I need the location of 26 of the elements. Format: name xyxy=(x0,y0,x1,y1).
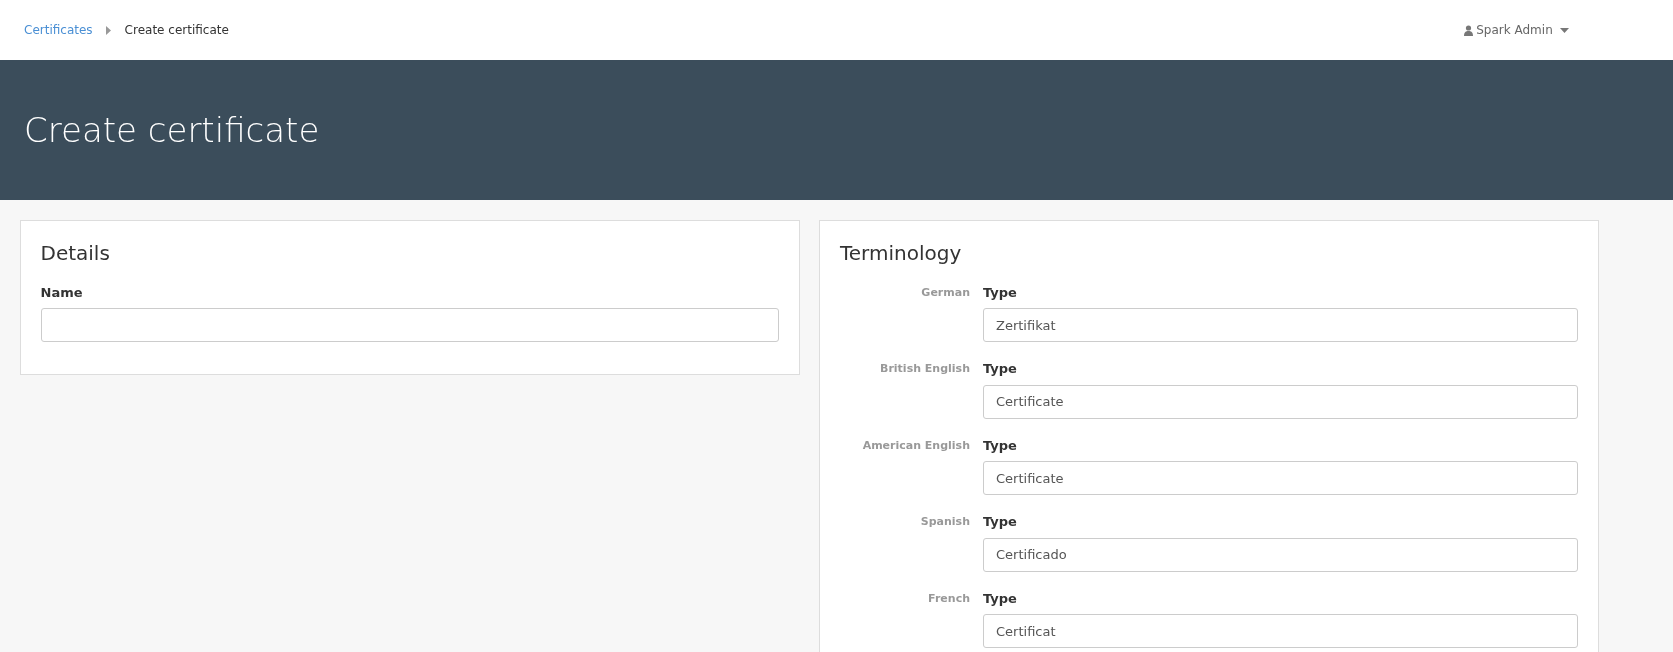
breadcrumb-current: Create certificate xyxy=(124,22,229,39)
language-label: German xyxy=(920,284,970,301)
page-title: Create certificate xyxy=(24,109,320,151)
field-label: Type xyxy=(983,589,1018,608)
breadcrumb-link[interactable]: Certificates xyxy=(24,21,93,39)
field-label: Type xyxy=(983,436,1018,455)
text-field[interactable]: Certificate xyxy=(983,461,1578,495)
language-label: French xyxy=(927,590,970,607)
user-icon xyxy=(1463,24,1473,36)
text-field[interactable]: Certificado xyxy=(983,537,1578,572)
text-field[interactable]: Certificat xyxy=(983,614,1578,648)
card-title: Terminology xyxy=(840,240,963,265)
text-field[interactable] xyxy=(40,308,779,342)
field-label: Name xyxy=(40,283,84,302)
field-label: Type xyxy=(983,513,1018,531)
user-menu-button[interactable]: Spark Admin xyxy=(1463,21,1569,39)
field-label: Type xyxy=(983,283,1018,302)
chevron-right-icon xyxy=(105,25,112,35)
field-label: Type xyxy=(983,360,1018,378)
language-label: British English xyxy=(879,361,970,377)
language-label: American English xyxy=(861,437,970,454)
card-title: Details xyxy=(40,240,111,265)
text-field[interactable]: Certificate xyxy=(983,384,1578,419)
caret-down-icon xyxy=(1560,27,1569,33)
language-label: Spanish xyxy=(919,514,970,530)
text-field[interactable]: Zertifikat xyxy=(983,308,1578,342)
